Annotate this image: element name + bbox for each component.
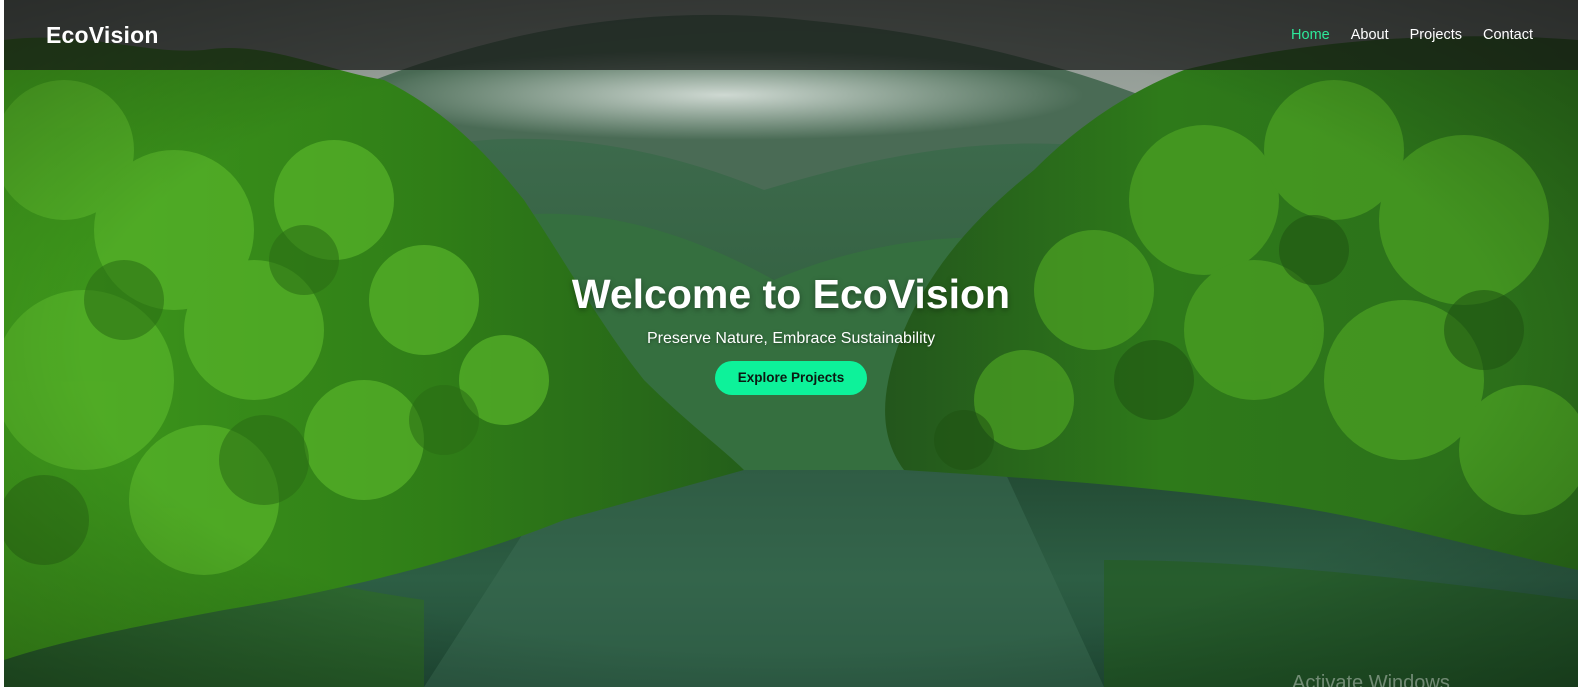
activate-windows-watermark: Activate Windows: [1292, 672, 1450, 687]
nav-link-projects[interactable]: Projects: [1410, 27, 1462, 43]
nav-link-contact[interactable]: Contact: [1483, 27, 1533, 43]
explore-projects-button[interactable]: Explore Projects: [714, 361, 868, 395]
hero-section: EcoVision Home About Projects Contact We…: [4, 0, 1578, 687]
nav-link-about[interactable]: About: [1351, 27, 1389, 43]
hero-title: Welcome to EcoVision: [571, 271, 1011, 317]
nav-link-home[interactable]: Home: [1291, 27, 1330, 43]
hero-content: Welcome to EcoVision Preserve Nature, Em…: [4, 268, 1578, 395]
brand-logo[interactable]: EcoVision: [46, 22, 159, 49]
top-navbar: EcoVision Home About Projects Contact: [4, 0, 1578, 70]
nav-links: Home About Projects Contact: [1291, 27, 1533, 43]
hero-subtitle: Preserve Nature, Embrace Sustainability: [646, 330, 936, 347]
page: EcoVision Home About Projects Contact We…: [0, 0, 1578, 687]
